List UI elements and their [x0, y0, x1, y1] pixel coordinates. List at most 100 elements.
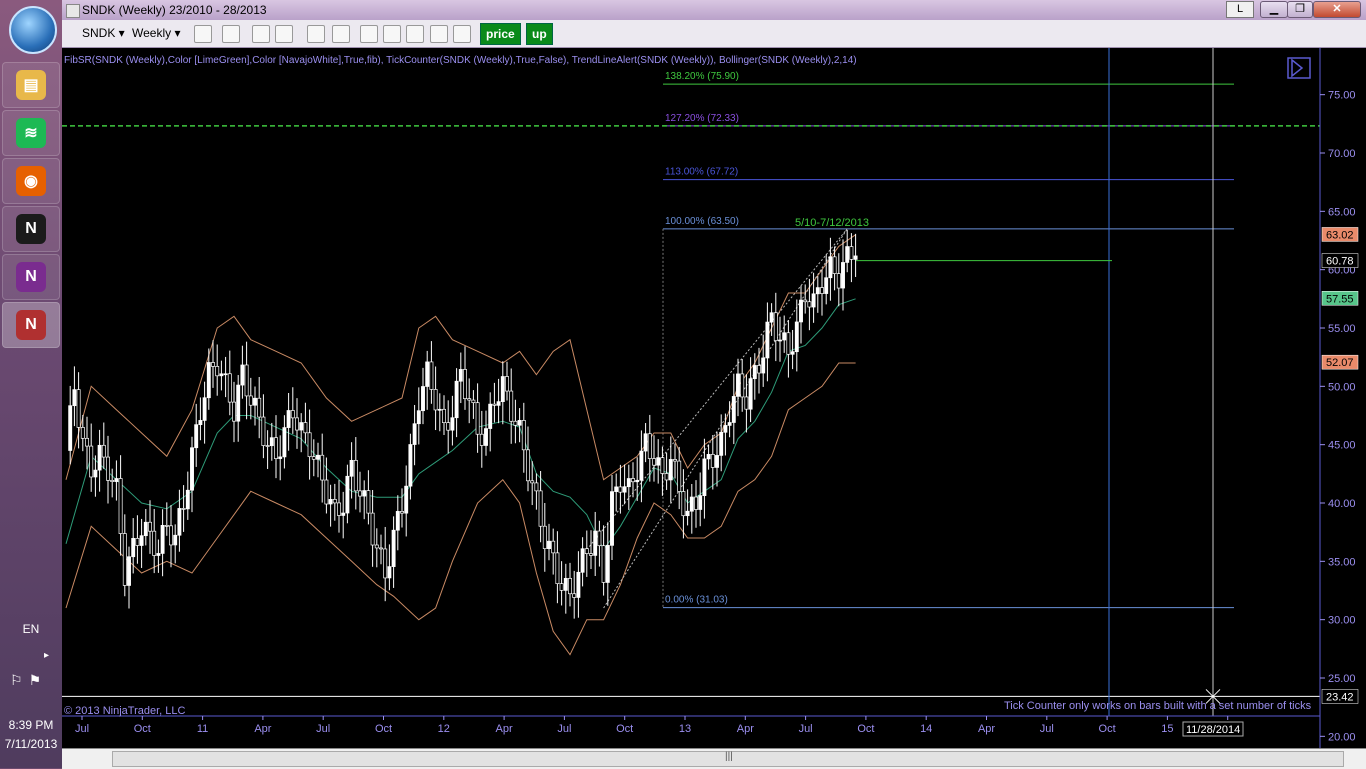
- taskbar-spotify-button[interactable]: ≋: [2, 110, 60, 156]
- candle-up: [811, 293, 816, 308]
- candle-up: [614, 486, 619, 492]
- tray-expand-icon[interactable]: ▸: [44, 650, 49, 661]
- taskbar-onenote-button[interactable]: N: [2, 254, 60, 300]
- price-marker-label: 60.78: [1326, 256, 1354, 268]
- drawing-tool-icon[interactable]: [222, 25, 240, 43]
- price-marker-label: 23.42: [1326, 691, 1354, 703]
- candle-down: [820, 287, 824, 294]
- candle-down: [471, 399, 476, 404]
- trend-label: 5/10-7/12/2013: [795, 217, 869, 229]
- collapse-panel-icon[interactable]: [1287, 57, 1311, 79]
- title-bar[interactable]: SNDK (Weekly) 23/2010 - 28/2013 L ▁ ❐ ✕: [62, 0, 1366, 20]
- action-center-icon[interactable]: ⚑: [29, 672, 42, 689]
- taskbar-firefox-button[interactable]: ◉: [2, 158, 60, 204]
- chart-canvas[interactable]: FibSR(SNDK (Weekly),Color [LimeGreen],Co…: [62, 48, 1366, 748]
- candle-down: [677, 460, 682, 492]
- price-chart[interactable]: FibSR(SNDK (Weekly),Color [LimeGreen],Co…: [62, 48, 1366, 748]
- candle-down: [337, 502, 341, 516]
- candle-up: [68, 405, 73, 451]
- candle-up: [253, 397, 257, 406]
- candle-down: [169, 525, 173, 546]
- taskbar-ninjatrader-active-button[interactable]: N: [2, 302, 60, 348]
- candle-down: [232, 401, 236, 422]
- price-button[interactable]: price: [480, 23, 521, 45]
- candle-up: [727, 422, 732, 426]
- link-button[interactable]: L: [1226, 1, 1254, 18]
- network-icon[interactable]: ⚐: [10, 672, 23, 689]
- candle-down: [538, 490, 543, 527]
- chart-toolbar: SNDK ▾ Weekly ▾ price up: [62, 20, 1366, 48]
- tick-counter-note: Tick Counter only works on bars built wi…: [1004, 700, 1312, 712]
- candle-up: [841, 262, 845, 289]
- maximize-button[interactable]: ❐: [1287, 1, 1313, 18]
- candle-up: [425, 361, 430, 387]
- candle-down: [521, 420, 526, 451]
- candle-down: [248, 395, 253, 406]
- candle-up: [437, 408, 442, 411]
- templates-icon[interactable]: [430, 25, 448, 43]
- file-explorer-icon: ▤: [16, 70, 46, 100]
- candle-up: [421, 386, 425, 412]
- candle-down: [320, 454, 325, 481]
- candle-down: [694, 496, 698, 510]
- candle-up: [845, 246, 850, 263]
- crosshair-icon[interactable]: [307, 25, 325, 43]
- price-tick-label: 50.00: [1328, 381, 1356, 393]
- time-tick-label: Apr: [254, 723, 271, 735]
- candle-up: [341, 512, 346, 516]
- time-tick-label: 14: [920, 723, 932, 735]
- strategies-icon[interactable]: [406, 25, 424, 43]
- close-button[interactable]: ✕: [1313, 1, 1361, 18]
- zoom-icon[interactable]: [332, 25, 350, 43]
- taskbar-file-explorer-button[interactable]: ▤: [2, 62, 60, 108]
- candle-up: [761, 357, 766, 374]
- candle-up: [236, 384, 241, 422]
- properties-icon[interactable]: [453, 25, 471, 43]
- candle-up: [93, 469, 98, 478]
- scroll-grip-icon: |||: [725, 751, 733, 762]
- horizontal-scrollbar[interactable]: |||: [62, 748, 1366, 769]
- indicator-icon[interactable]: [252, 25, 270, 43]
- candle-up: [765, 321, 770, 359]
- app-icon: [66, 4, 80, 18]
- candle-up: [299, 422, 304, 431]
- candle-up: [706, 454, 711, 460]
- time-tick-label: Jul: [75, 723, 89, 735]
- price-tick-label: 45.00: [1328, 440, 1356, 452]
- price-tick-label: 25.00: [1328, 673, 1356, 685]
- firefox-icon: ◉: [16, 166, 46, 196]
- candle-down: [215, 366, 220, 377]
- taskbar-ninjatrader-button[interactable]: N: [2, 206, 60, 252]
- up-button[interactable]: up: [526, 23, 553, 45]
- language-indicator[interactable]: EN: [0, 622, 62, 636]
- candle-down: [652, 458, 656, 466]
- candle-up: [698, 495, 703, 510]
- candle-down: [148, 521, 152, 532]
- candle-down: [383, 548, 388, 579]
- candle-down: [366, 490, 371, 514]
- candle-down: [89, 445, 94, 478]
- candle-up: [719, 431, 724, 456]
- clock-date[interactable]: 7/11/2013: [0, 737, 62, 751]
- minimize-button[interactable]: ▁: [1260, 1, 1288, 18]
- fib-level-label: 113.00% (67.72): [665, 167, 738, 178]
- bar-type-icon[interactable]: [194, 25, 212, 43]
- indicators-panel-icon[interactable]: [383, 25, 401, 43]
- candle-up: [278, 456, 283, 459]
- windows-start-icon[interactable]: [9, 6, 57, 54]
- candle-down: [446, 422, 451, 431]
- candle-down: [290, 410, 295, 419]
- candle-up: [223, 373, 228, 376]
- eraser-icon[interactable]: [275, 25, 293, 43]
- interval-dropdown[interactable]: Weekly ▾: [132, 24, 180, 43]
- symbol-dropdown[interactable]: SNDK ▾: [82, 24, 125, 43]
- tray-icons: ⚐ ⚑: [10, 672, 56, 689]
- candle-up: [114, 478, 119, 482]
- candle-up: [404, 485, 409, 514]
- candle-down: [572, 593, 577, 598]
- candle-down: [509, 390, 514, 422]
- data-box-icon[interactable]: [360, 25, 378, 43]
- candle-up: [316, 454, 320, 460]
- clock-time[interactable]: 8:39 PM: [0, 718, 62, 732]
- candle-down: [106, 456, 110, 481]
